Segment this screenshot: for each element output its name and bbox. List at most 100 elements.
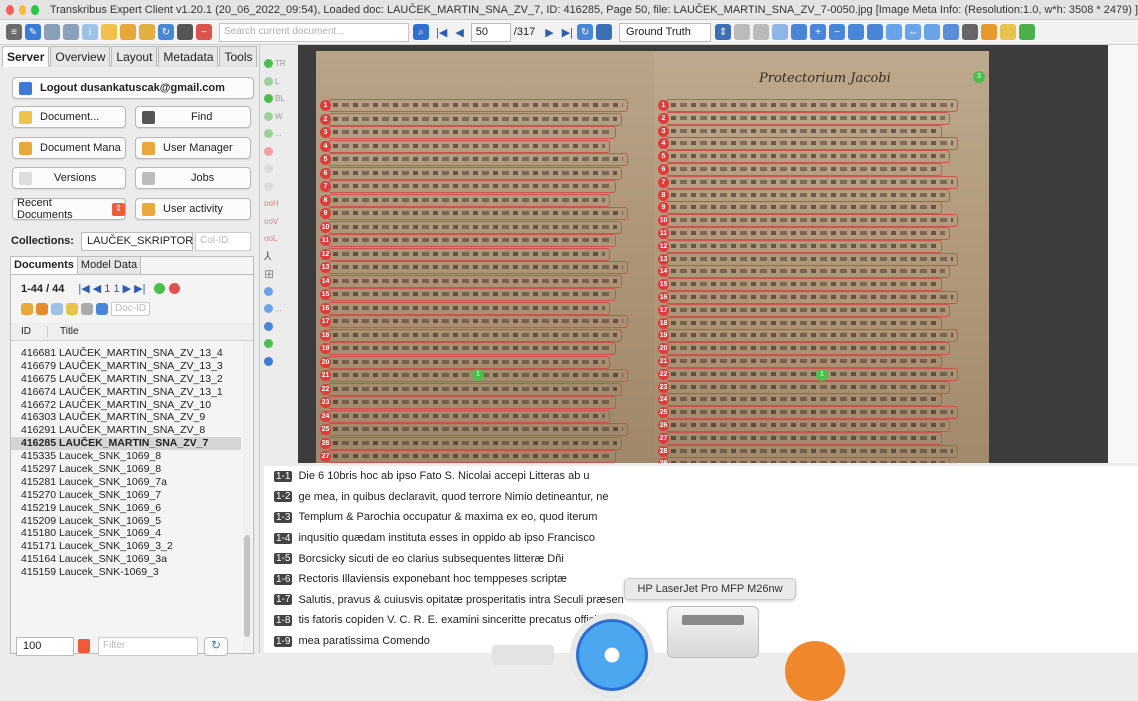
line-number-badge[interactable]: 6: [658, 164, 669, 175]
text-line-region[interactable]: [666, 457, 950, 463]
transcription-line[interactable]: 1-2 ge mea, in quibus declaravit, quod te…: [264, 487, 1138, 508]
bug-icon[interactable]: [1019, 24, 1036, 40]
tab-documents[interactable]: Documents: [11, 257, 78, 274]
line-text[interactable]: Salutis, pravus & cuiusvis opitatæ prosp…: [298, 594, 623, 606]
line-number-badge[interactable]: 21: [320, 370, 331, 381]
reload-icon[interactable]: ↻: [577, 24, 594, 40]
table-row[interactable]: 415159 Laucek_SNK-1069_3: [11, 566, 241, 579]
text-line-region[interactable]: [666, 111, 950, 125]
text-line-region[interactable]: [666, 431, 942, 445]
text-line-region[interactable]: [666, 137, 958, 151]
text-line-region[interactable]: [666, 367, 958, 381]
last-page-button[interactable]: ▶|: [562, 26, 573, 39]
text-line-region[interactable]: [328, 180, 616, 193]
text-line-region[interactable]: [328, 112, 622, 126]
split-icon[interactable]: [264, 160, 292, 178]
find-button[interactable]: Find: [135, 106, 251, 128]
line-number-badge[interactable]: 28: [658, 445, 669, 457]
page-number-input[interactable]: 50: [470, 22, 511, 42]
split-l-icon[interactable]: oo L: [264, 230, 292, 248]
zoom-out-icon[interactable]: −: [829, 24, 846, 40]
text-line-region[interactable]: [328, 139, 610, 153]
line-number-badge[interactable]: 13: [320, 262, 331, 273]
text-line-region[interactable]: [328, 99, 628, 112]
zoom-fit-icon[interactable]: [848, 24, 865, 40]
copy-doc-icon[interactable]: [51, 303, 63, 315]
text-line-region[interactable]: [666, 406, 958, 420]
line-number-badge[interactable]: 18: [658, 317, 669, 329]
more-tools-icon[interactable]: ...: [264, 300, 292, 318]
line-number-badge[interactable]: 1: [320, 100, 331, 111]
folder-tools-icon[interactable]: [21, 303, 33, 315]
text-line-region[interactable]: [328, 355, 610, 369]
line-number-badge[interactable]: 2: [320, 113, 331, 125]
line-number-badge[interactable]: 12: [658, 240, 669, 252]
first-page-button[interactable]: |◀: [436, 26, 447, 39]
paging-nav[interactable]: |◀ ◀ 1 1 ▶ ▶|: [78, 282, 145, 295]
line-number-badge[interactable]: 13: [658, 253, 669, 265]
transcription-line[interactable]: 1-3 Templum & Parochia occupatur & maxima…: [264, 507, 1138, 528]
text-line-region[interactable]: [666, 175, 958, 189]
text-line-region[interactable]: [666, 316, 942, 330]
jobs-button[interactable]: Jobs: [135, 167, 251, 189]
line-number-badge[interactable]: 5: [320, 154, 331, 165]
text-line-region[interactable]: [328, 409, 610, 423]
versions-button[interactable]: Versions: [12, 167, 126, 189]
layout-icon[interactable]: [943, 24, 960, 40]
text-line-region[interactable]: [666, 150, 950, 164]
add-icon[interactable]: [153, 283, 165, 294]
table-row[interactable]: 416674 LAUČEK_MARTIN_SNA_ZV_13_1: [11, 386, 241, 399]
table-row[interactable]: 415164 Laucek_SNK_1069_3a: [11, 553, 241, 566]
zoom-width-icon[interactable]: [867, 24, 884, 40]
line-number-badge[interactable]: 17: [320, 316, 331, 327]
tab-layout[interactable]: Layout: [111, 46, 158, 67]
text-line-region[interactable]: [328, 153, 628, 166]
text-line-region[interactable]: [328, 342, 616, 355]
table-row[interactable]: 416672 LAUČEK_MARTIN_SNA_ZV_10: [11, 399, 241, 412]
minimize-window-button[interactable]: [18, 4, 27, 15]
transcription-line[interactable]: 1-1 Die 6 10bris hoc ab ipso Fato S. Nico…: [264, 466, 1138, 487]
folder-icon[interactable]: [101, 24, 117, 40]
line-number-badge[interactable]: 1: [658, 100, 669, 111]
text-line-region[interactable]: [328, 220, 622, 234]
save-icon[interactable]: [596, 24, 613, 40]
line-number-badge[interactable]: 23: [320, 397, 331, 408]
region-marker[interactable]: 1: [472, 369, 484, 381]
table-row[interactable]: 415270 Laucek_SNK_1069_7: [11, 489, 241, 502]
text-line-region[interactable]: [328, 315, 628, 328]
line-number-badge[interactable]: 11: [658, 228, 669, 239]
document-manager-button[interactable]: Document Mana: [12, 137, 126, 159]
printer-icon[interactable]: [667, 606, 759, 658]
users-icon[interactable]: [36, 303, 48, 315]
text-line-region[interactable]: [666, 393, 942, 407]
table-row[interactable]: 415281 Laucek_SNK_1069_7a: [11, 476, 241, 489]
line-text[interactable]: mea paratissima Comendo: [298, 635, 429, 647]
info-icon[interactable]: i: [82, 24, 98, 40]
pencil-icon[interactable]: ✎: [25, 24, 41, 40]
zoom-in-icon[interactable]: +: [810, 24, 827, 40]
line-text[interactable]: Borcsicky sicuti de eo clarius subsequen…: [298, 553, 563, 565]
text-line-region[interactable]: [666, 252, 958, 266]
tab-metadata[interactable]: Metadata: [158, 46, 219, 67]
table-row-selected[interactable]: 416285 LAUČEK_MARTIN_SNA_ZV_7: [11, 437, 241, 451]
table-icon[interactable]: ⊞: [264, 265, 292, 283]
add-line-icon[interactable]: L: [264, 73, 292, 91]
line-number-badge[interactable]: 23: [658, 381, 669, 393]
text-line-region[interactable]: [328, 382, 622, 396]
edit-icon[interactable]: [1000, 24, 1017, 40]
split-v-icon[interactable]: oo V: [264, 213, 292, 231]
col-title-header[interactable]: Title: [47, 326, 79, 337]
page-icon[interactable]: [63, 24, 79, 40]
user-manager-button[interactable]: User Manager: [135, 137, 251, 159]
filter-input[interactable]: Filter: [98, 637, 198, 656]
line-number-badge[interactable]: 29: [658, 458, 669, 463]
refresh-list-icon[interactable]: ↻: [204, 637, 228, 656]
line-number-badge[interactable]: 17: [658, 304, 669, 316]
line-number-badge[interactable]: 20: [320, 356, 331, 368]
tab-overview[interactable]: Overview: [50, 46, 111, 67]
line-number-badge[interactable]: 16: [320, 302, 331, 314]
recent-documents-button[interactable]: Recent Documents ⇕: [12, 197, 126, 221]
text-line-region[interactable]: [666, 303, 950, 317]
table-row[interactable]: 415335 Laucek_SNK_1069_8: [11, 450, 241, 463]
close-window-button[interactable]: [6, 4, 14, 15]
